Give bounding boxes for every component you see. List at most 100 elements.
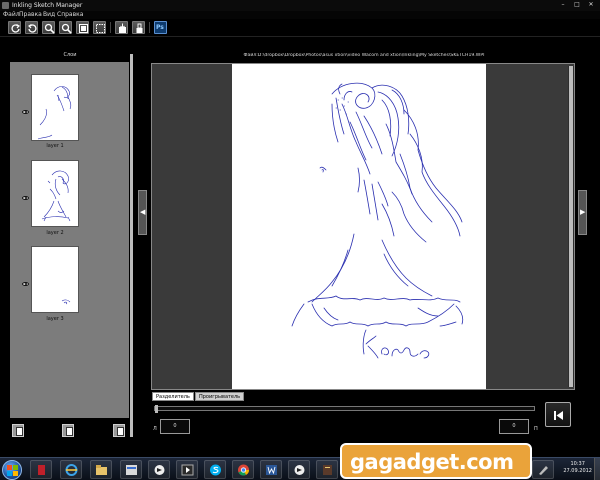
- layer-name: layer 1: [46, 143, 64, 149]
- eye-icon[interactable]: [22, 196, 29, 200]
- menu-bar: Файл Правка Вид Справка: [0, 11, 600, 19]
- file-path: Файл:D:\dropbox\Dropbox\Photos\asus xtio…: [243, 53, 485, 58]
- taskbar-app[interactable]: [204, 460, 226, 479]
- skype-icon: [210, 464, 221, 476]
- windows-logo-icon: [7, 465, 18, 476]
- media-icon: [181, 464, 194, 476]
- counter-right[interactable]: 0: [499, 419, 529, 434]
- show-desktop-button[interactable]: [594, 458, 600, 480]
- layer-thumbnail[interactable]: [31, 160, 79, 227]
- toolbar-separator: [149, 22, 150, 33]
- taskbar-app[interactable]: [288, 460, 310, 479]
- taskbar-app[interactable]: [90, 460, 112, 479]
- taskbar-app[interactable]: [260, 460, 282, 479]
- actual-size-icon: [96, 24, 105, 33]
- minimize-button[interactable]: –: [556, 0, 570, 9]
- chevron-left-icon: ◀: [140, 208, 146, 216]
- menu-file[interactable]: Файл: [3, 11, 20, 19]
- taskbar-app[interactable]: [120, 460, 142, 479]
- start-button[interactable]: [2, 460, 22, 480]
- rotate-cw-icon: [11, 23, 20, 33]
- play-button[interactable]: [545, 402, 571, 427]
- layer-name: layer 2: [46, 230, 64, 236]
- close-button[interactable]: ✕: [584, 0, 598, 9]
- taskbar-app[interactable]: [30, 460, 52, 479]
- fit-page-icon: [79, 24, 88, 33]
- clock[interactable]: 10:37 27.09.2012: [563, 461, 592, 475]
- sketch-drawing: [291, 82, 464, 359]
- skip-back-icon: [554, 411, 563, 420]
- app-icon: [2, 2, 9, 9]
- sketch-thumbnail: [37, 86, 72, 140]
- delete-layer-button[interactable]: [113, 424, 125, 437]
- scrollbar-thumb[interactable]: [569, 66, 573, 387]
- photoshop-icon: Ps: [156, 24, 164, 31]
- taskbar-app[interactable]: [148, 460, 170, 479]
- eye-icon[interactable]: [22, 110, 29, 114]
- taskbar-app[interactable]: [60, 460, 82, 479]
- rotate-cw-button[interactable]: [8, 21, 21, 34]
- export-button[interactable]: [132, 21, 145, 34]
- rotate-ccw-button[interactable]: [25, 21, 38, 34]
- tab-player[interactable]: Проигрыватель: [195, 392, 245, 401]
- menu-view[interactable]: Вид: [43, 11, 55, 19]
- actual-size-button[interactable]: [93, 21, 106, 34]
- winamp-icon: [294, 465, 305, 475]
- rotate-ccw-icon: [28, 23, 37, 33]
- taskbar-app[interactable]: [316, 460, 338, 479]
- save-button[interactable]: [115, 21, 128, 34]
- new-layer-button[interactable]: [12, 424, 24, 437]
- toolbar: Ps: [0, 19, 600, 37]
- dictionary-icon: [323, 465, 332, 475]
- eye-icon[interactable]: [22, 282, 29, 286]
- layer-name: layer 3: [46, 316, 64, 322]
- layers-scrollbar[interactable]: [130, 54, 133, 437]
- photoshop-button[interactable]: Ps: [154, 21, 167, 34]
- menu-edit[interactable]: Правка: [19, 11, 42, 19]
- taskbar-app[interactable]: [232, 460, 254, 479]
- ie-icon: [65, 464, 78, 476]
- counter-right-label: П: [534, 426, 538, 432]
- menu-help[interactable]: Справка: [57, 11, 83, 19]
- layer-thumbnail[interactable]: [31, 246, 79, 313]
- file-manager-icon: [126, 465, 137, 475]
- zoom-out-button[interactable]: [59, 21, 72, 34]
- tab-splitter[interactable]: Разделитель: [152, 392, 194, 401]
- counter-left-label: Л: [153, 426, 157, 432]
- zoom-in-button[interactable]: [42, 21, 55, 34]
- next-page-button[interactable]: ▶: [578, 190, 587, 235]
- sketch-scrollbar[interactable]: [568, 66, 574, 387]
- sketch-thumbnail: [41, 170, 71, 222]
- chrome-icon: [238, 464, 249, 476]
- watermark-text: gagadget.com: [350, 450, 514, 474]
- explorer-icon: [38, 465, 45, 475]
- sketch-thumbnail: [61, 299, 71, 305]
- counter-left[interactable]: 0: [160, 419, 190, 434]
- layers-panel: layer 1 layer 2 layer 3: [10, 62, 129, 418]
- word-icon: [266, 465, 277, 475]
- zoom-in-icon: [44, 23, 55, 34]
- clock-date: 27.09.2012: [563, 468, 592, 474]
- window-title: Inkling Sketch Manager: [12, 2, 83, 9]
- chevron-right-icon: ▶: [580, 208, 586, 216]
- maximize-button[interactable]: □: [570, 0, 584, 9]
- duplicate-layer-button[interactable]: [62, 424, 74, 437]
- system-tray: 10:37 27.09.2012: [534, 458, 600, 480]
- clock-time: 10:37: [570, 461, 585, 467]
- toolbar-separator: [110, 22, 111, 33]
- timeline-handle[interactable]: [155, 405, 158, 413]
- sketch-view: [151, 63, 575, 390]
- sketch-canvas[interactable]: [232, 64, 486, 389]
- folder-icon: [96, 465, 107, 475]
- title-bar: Inkling Sketch Manager – □ ✕: [0, 0, 600, 11]
- layers-panel-title: Слои: [63, 52, 77, 58]
- layer-thumbnail[interactable]: [31, 74, 79, 141]
- zoom-out-icon: [61, 23, 72, 34]
- taskbar-app[interactable]: [176, 460, 198, 479]
- prev-page-button[interactable]: ◀: [138, 190, 147, 235]
- export-icon: [136, 23, 143, 33]
- timeline-slider[interactable]: [154, 405, 535, 413]
- watermark-logo: gagadget.com: [340, 443, 532, 479]
- fit-page-button[interactable]: [76, 21, 89, 34]
- save-icon: [119, 23, 126, 33]
